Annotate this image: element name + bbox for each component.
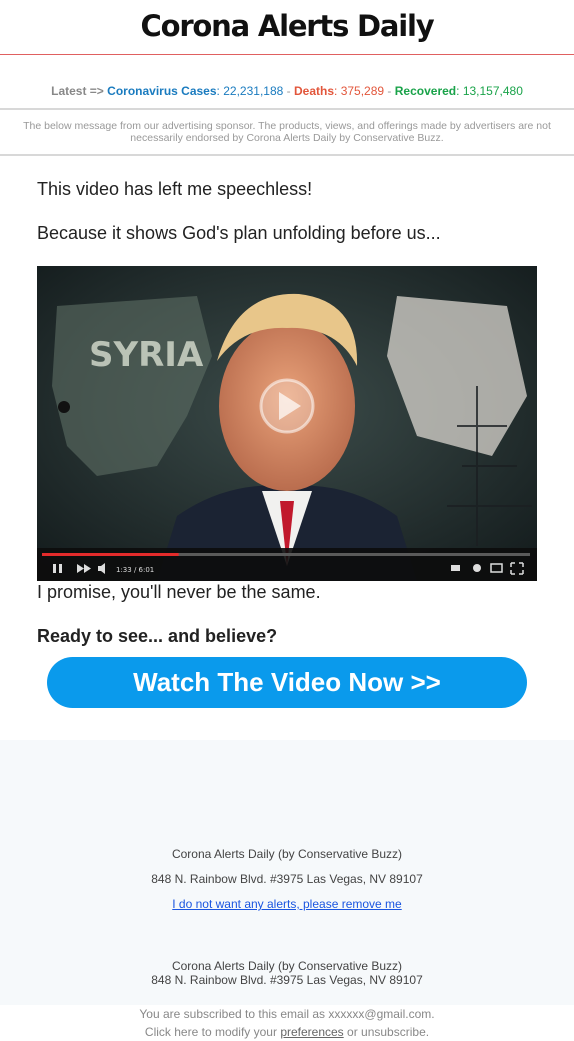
captions-icon[interactable] — [451, 565, 460, 571]
deaths-label: Deaths — [293, 84, 334, 98]
sponsor-disclaimer: The below message from our advertising s… — [23, 120, 551, 144]
map-label: SYRIA — [89, 335, 204, 375]
body-line-4: Ready to see... and believe? — [37, 626, 278, 646]
settings-icon[interactable] — [473, 564, 481, 572]
video-progress-fill — [42, 553, 179, 556]
covid-stats-bar: Latest => Coronavirus Cases: 22,231,188 … — [51, 84, 523, 98]
footer-company: Corona Alerts Daily (by Conservative Buz… — [171, 847, 403, 861]
preferences-line: Click here to modify your preferences or… — [144, 1025, 430, 1039]
cases-value: 22,231,188 — [223, 84, 284, 98]
footer-company-2: Corona Alerts Daily (by Conservative Buz… — [171, 959, 403, 973]
watch-video-button[interactable]: Watch The Video Now >> — [47, 657, 527, 708]
latest-label: Latest => — [51, 84, 104, 98]
video-thumbnail[interactable]: SYRIA 1:33 / 6:01 — [37, 266, 537, 581]
pause-icon[interactable] — [53, 564, 56, 573]
video-time: 1:33 / 6:01 — [116, 566, 154, 574]
footer-address-2: 848 N. Rainbow Blvd. #3975 Las Vegas, NV… — [151, 973, 423, 987]
map-marker-icon — [58, 401, 70, 413]
divider — [0, 154, 574, 156]
body-line-1: This video has left me speechless! — [37, 179, 313, 199]
preferences-link[interactable]: preferences — [280, 1025, 343, 1039]
deaths-value: 375,289 — [340, 84, 385, 98]
footer: Corona Alerts Daily (by Conservative Buz… — [0, 740, 574, 1005]
cases-label: Coronavirus Cases — [107, 84, 217, 98]
site-logo[interactable]: Corona Alerts Daily — [141, 9, 435, 43]
footer-address: 848 N. Rainbow Blvd. #3975 Las Vegas, NV… — [151, 872, 423, 886]
video-control-bar — [37, 548, 537, 581]
recovered-label: Recovered — [394, 84, 457, 98]
header: Corona Alerts Daily — [0, 0, 574, 55]
video-frame: SYRIA 1:33 / 6:01 — [37, 266, 537, 581]
subscription-note: You are subscribed to this email as xxxx… — [139, 1007, 435, 1021]
body-line-2: Because it shows God's plan unfolding be… — [37, 223, 441, 243]
divider — [0, 108, 574, 110]
recovered-value: 13,157,480 — [462, 84, 523, 98]
unsubscribe-link[interactable]: I do not want any alerts, please remove … — [0, 897, 574, 911]
body-line-3: I promise, you'll never be the same. — [37, 582, 321, 602]
